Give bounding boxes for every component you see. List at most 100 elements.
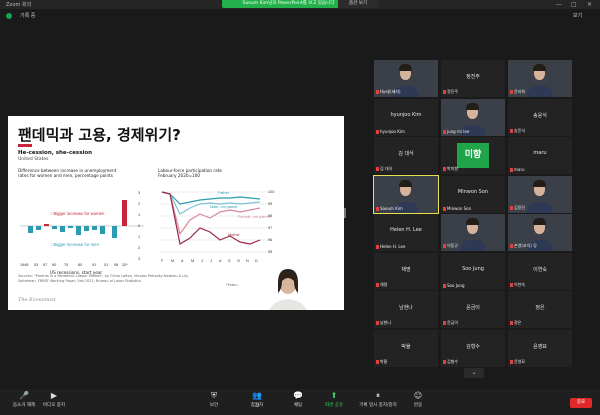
right-x-tick: O bbox=[237, 259, 240, 263]
participant-tile[interactable]: Soo Jung Soo Jung bbox=[441, 252, 505, 290]
participant-tile[interactable]: 윤금이 윤금이 bbox=[441, 291, 505, 328]
view-options-button[interactable]: 옵션 보기 bbox=[338, 0, 378, 8]
participant-label-text: 박미향 bbox=[447, 166, 459, 171]
left-x-tick: 53 bbox=[34, 263, 38, 267]
participant-label-text: 김형수 bbox=[447, 358, 459, 364]
maximize-button[interactable]: □ bbox=[571, 0, 577, 9]
avatar: 미향 bbox=[457, 143, 489, 168]
right-y-tick: 99 bbox=[268, 202, 272, 206]
right-chart: Father Male, not parent Female, not pare… bbox=[160, 190, 274, 263]
left-x-tick: 20* bbox=[122, 263, 128, 267]
end-meeting-button[interactable]: 종료 bbox=[570, 398, 592, 408]
participant-tile[interactable]: 정진주 정진주 bbox=[441, 60, 505, 97]
participant-tile[interactable]: 손영(코치) 강 bbox=[508, 214, 572, 251]
share-screen-button[interactable]: ⬆ 화면 공유 bbox=[314, 391, 354, 408]
participant-tile[interactable]: Minwon Son Minwon Son bbox=[441, 175, 505, 213]
shield-icon[interactable] bbox=[6, 13, 12, 19]
chat-label: 채팅 bbox=[293, 403, 303, 408]
muted-mic-icon bbox=[510, 205, 513, 210]
right-chart-note: *Febru bbox=[226, 283, 238, 287]
participant-label-text: jung mi lee bbox=[447, 128, 470, 134]
right-x-tick: M bbox=[191, 259, 194, 263]
participant-tile[interactable]: 김 대식 김 대식 bbox=[374, 137, 438, 174]
left-y-tick: 2 bbox=[138, 202, 140, 206]
participant-label: Helen H. Lee bbox=[376, 244, 405, 249]
participant-tile[interactable]: 정은 정은 bbox=[508, 291, 572, 328]
participant-name: 김형수 bbox=[466, 343, 480, 350]
recording-indicator[interactable]: 기록 중 bbox=[20, 12, 35, 19]
participant-tile[interactable]: Helen H. Lee Helen H. Lee bbox=[374, 214, 438, 251]
splitter-handle[interactable] bbox=[344, 208, 346, 218]
participant-label-text: 이동규 bbox=[447, 243, 459, 248]
reactions-button[interactable]: ☺ 반응 bbox=[398, 391, 438, 408]
participant-label: 김 대식 bbox=[376, 166, 392, 172]
participant-video bbox=[466, 218, 479, 225]
chat-button[interactable]: 💬 채팅 bbox=[278, 391, 318, 408]
participant-tile[interactable]: 송윤식 송윤식 bbox=[508, 98, 572, 136]
participant-label: 송윤식 bbox=[510, 128, 525, 134]
participant-tile[interactable]: 윤지희 bbox=[508, 60, 572, 97]
participant-label: 박율 bbox=[376, 359, 387, 365]
participant-tile[interactable]: jung mi lee bbox=[441, 98, 505, 136]
participant-label: hyunjoo Kim bbox=[376, 129, 405, 134]
right-x-tick: A bbox=[181, 259, 184, 263]
left-chart-heading-2: rates for women and men, percentage poin… bbox=[18, 173, 113, 178]
participant-tile[interactable]: Saeum Kim bbox=[373, 174, 439, 214]
participant-tile[interactable]: 이동규 bbox=[441, 214, 505, 251]
muted-mic-icon bbox=[510, 168, 513, 172]
participant-label: 윤지희 bbox=[510, 89, 525, 95]
participant-name: Minwon Son bbox=[457, 188, 489, 195]
participant-label: 이동규 bbox=[443, 243, 458, 249]
participant-tile[interactable]: HyeJi(혜지) bbox=[374, 60, 438, 97]
economist-red-rule bbox=[18, 144, 32, 147]
video-button[interactable]: ▶ 비디오 중지 bbox=[34, 391, 74, 408]
presenter-video-overlay bbox=[269, 269, 307, 310]
participant-name: maru bbox=[533, 150, 547, 156]
participant-tile[interactable]: hyunjoo Kim hyunjoo Kim bbox=[374, 98, 438, 136]
participant-label-text: 박율 bbox=[380, 358, 388, 364]
muted-mic-icon bbox=[376, 245, 379, 249]
chevron-down-icon[interactable]: ⌄ bbox=[464, 368, 484, 378]
participant-tile[interactable]: 이연숙 이연숙 bbox=[508, 252, 572, 290]
participant-gallery: HyeJi(혜지) 정진주 정진주 윤지희 hyunjoo Kim hyunjoo Kim… bbox=[373, 60, 574, 367]
security-button[interactable]: ⛨ 보안 bbox=[194, 391, 234, 408]
muted-mic-icon bbox=[443, 206, 446, 211]
participant-tile[interactable]: 윤영묘 윤영묘 bbox=[508, 329, 572, 367]
participants-button[interactable]: 👥32 참가자 bbox=[237, 391, 277, 408]
participant-video bbox=[399, 179, 412, 187]
participant-label-text: Minwon Son bbox=[447, 205, 472, 211]
muted-mic-icon bbox=[510, 282, 513, 287]
minimize-button[interactable]: — bbox=[556, 0, 562, 9]
participant-tile[interactable]: maru maru bbox=[508, 137, 572, 174]
participant-label-text: 정은 bbox=[514, 320, 522, 325]
participant-video bbox=[399, 64, 412, 71]
left-y-tick: 1 bbox=[138, 213, 140, 217]
participant-tile[interactable]: 남현나 남현나 bbox=[374, 291, 438, 328]
participant-tile[interactable]: 미향 박미향 bbox=[441, 137, 505, 174]
participant-label: 정진주 bbox=[443, 89, 458, 95]
participant-label: 정은 bbox=[510, 320, 521, 326]
right-x-tick: N bbox=[246, 259, 249, 263]
participant-video bbox=[533, 218, 546, 225]
right-x-tick: J bbox=[201, 259, 203, 263]
participant-tile[interactable]: 채명 채명 bbox=[374, 252, 438, 290]
right-x-tick: J bbox=[210, 259, 212, 263]
economist-logo: The Economist bbox=[18, 297, 56, 303]
participant-tile[interactable]: 박율 박율 bbox=[374, 329, 438, 367]
muted-mic-icon bbox=[443, 244, 446, 248]
close-button[interactable]: ✕ bbox=[587, 0, 592, 9]
slide-title: 팬데믹과 고용, 경제위기? bbox=[18, 126, 181, 144]
participant-tile[interactable]: 김형수 김형수 bbox=[441, 329, 505, 367]
participant-label: 채명 bbox=[376, 282, 387, 288]
view-button[interactable]: 보기 bbox=[573, 12, 582, 19]
mute-label: 음소거 해제 bbox=[12, 403, 36, 408]
left-y-tick: 3 bbox=[138, 257, 140, 261]
right-y-tick: 96 bbox=[268, 238, 272, 242]
muted-mic-icon bbox=[376, 282, 379, 287]
participant-label: Saeum Kim bbox=[376, 206, 403, 211]
participant-name: 정진주 bbox=[466, 74, 480, 80]
participant-tile[interactable]: 김용진 bbox=[508, 175, 572, 213]
participant-label-text: 정진주 bbox=[447, 89, 459, 94]
recording-button[interactable]: ⏸ 기록 일시 중지/중지 bbox=[354, 391, 402, 408]
right-y-tick: 100 bbox=[268, 190, 274, 194]
